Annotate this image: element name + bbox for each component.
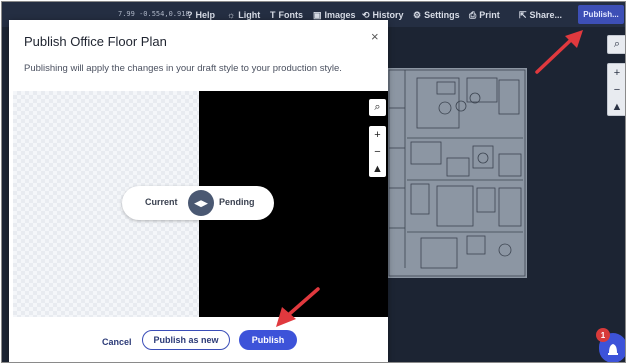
publish-button[interactable]: Publish [239,330,297,350]
compare-zoom-controls: + − ▲ [369,126,386,177]
search-icon[interactable]: ⌕ [369,99,386,116]
cancel-button[interactable]: Cancel [102,337,132,347]
help-label: Help [195,10,216,20]
print-label: Print [479,10,500,20]
zoom-out-icon[interactable]: − [608,81,625,98]
print-icon: ⎙ [469,9,477,20]
sun-icon: ☼ [227,10,236,20]
dialog-subtitle: Publishing will apply the changes in you… [24,63,342,74]
annotation-arrow-toolbar [535,30,583,74]
floor-plan-drawing [388,69,526,277]
history-icon: ⟲ [362,9,370,20]
settings-label: Settings [424,10,460,20]
map-zoom-controls: + − ▲ [607,63,625,116]
current-label: Current [145,197,178,207]
map-search-control[interactable]: ⌕ [607,35,625,54]
publish-as-new-button[interactable]: Publish as new [142,330,230,350]
share-button[interactable]: ⇱ Share... [519,8,562,22]
search-icon[interactable]: ⌕ [608,36,625,53]
publish-dialog: Publish Office Floor Plan × Publishing w… [9,20,388,362]
fonts-label: Fonts [278,10,304,20]
font-icon: T [270,10,276,20]
share-icon: ⇱ [519,9,527,20]
image-icon: ▣ [313,9,322,20]
light-label: Light [238,10,261,20]
compare-slider-toggle[interactable]: Current ◀▶ Pending [122,186,274,220]
coordinates-readout: 7.99 -0.554,0.918 [118,10,190,18]
zoom-in-icon[interactable]: + [369,126,386,143]
close-icon[interactable]: × [371,29,379,44]
gear-icon: ⚙ [413,9,422,20]
slider-handle-icon[interactable]: ◀▶ [188,190,214,216]
compare-search-control[interactable]: ⌕ [369,99,386,116]
notification-count-badge: 1 [596,328,610,342]
app-window: 7.99 -0.554,0.918 ? Help ☼ Light T Fonts… [1,1,626,363]
help-icon: ? [187,10,193,20]
pending-label: Pending [219,197,255,207]
toolbar-publish-button[interactable]: Publish... [578,5,624,24]
compass-icon[interactable]: ▲ [369,160,386,177]
dialog-title: Publish Office Floor Plan [24,34,167,49]
floor-plan-map [387,68,527,278]
zoom-out-icon[interactable]: − [369,143,386,160]
print-button[interactable]: ⎙ Print [469,8,500,22]
annotation-arrow-publish [276,287,320,327]
share-label: Share... [529,10,563,20]
images-label: Images [324,10,356,20]
history-label: History [372,10,404,20]
settings-button[interactable]: ⚙ Settings [413,8,460,22]
compass-icon[interactable]: ▲ [608,98,625,115]
zoom-in-icon[interactable]: + [608,64,625,81]
